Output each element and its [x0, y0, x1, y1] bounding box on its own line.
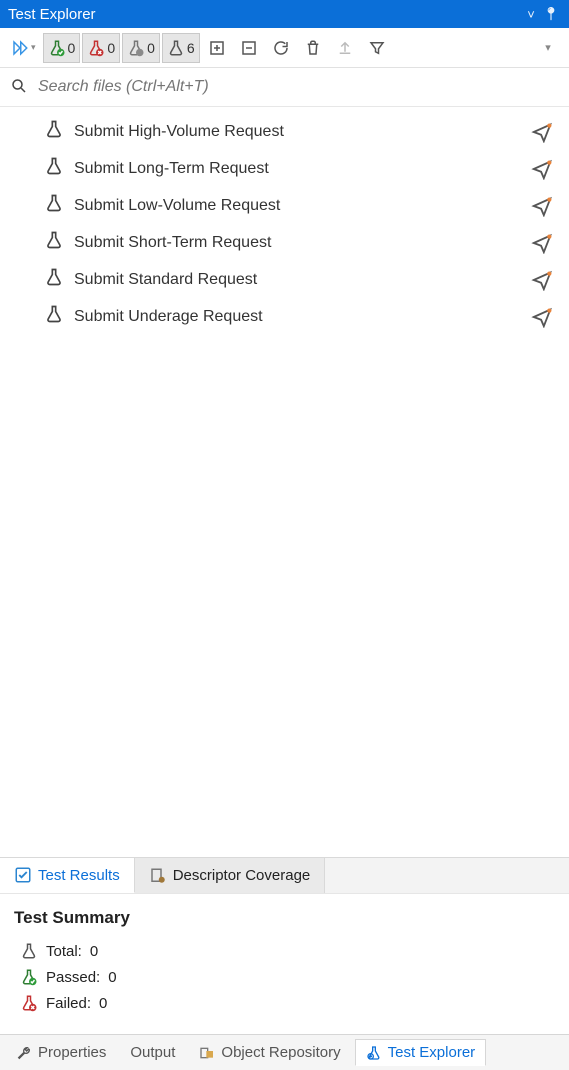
failed-count: 0 — [107, 40, 115, 56]
summary-total-value: 0 — [90, 943, 98, 960]
tab-test-results[interactable]: Test Results — [0, 858, 135, 893]
flask-icon — [44, 119, 64, 144]
delete-button[interactable] — [298, 33, 328, 63]
flask-icon — [44, 267, 64, 292]
search-icon — [10, 77, 28, 98]
notrun-count: 0 — [147, 40, 155, 56]
title-bar: Test Explorer ˅ 📍︎ — [0, 0, 569, 28]
test-name: Submit Low-Volume Request — [74, 197, 521, 215]
filter-button[interactable] — [362, 33, 392, 63]
summary-heading: Test Summary — [14, 908, 555, 928]
filter-notrun-button[interactable]: 0 — [122, 33, 160, 63]
test-item[interactable]: Submit Long-Term Request — [0, 150, 569, 187]
test-name: Submit Long-Term Request — [74, 160, 521, 178]
filter-passed-button[interactable]: 0 — [43, 33, 81, 63]
summary-total-row: Total: 0 — [14, 938, 555, 964]
expand-all-button[interactable] — [202, 33, 232, 63]
test-item[interactable]: Submit Low-Volume Request — [0, 187, 569, 224]
test-name: Submit Standard Request — [74, 271, 521, 289]
summary-total-label: Total: — [46, 943, 82, 960]
test-name: Submit High-Volume Request — [74, 123, 521, 141]
run-test-button[interactable] — [531, 121, 555, 143]
flask-icon — [44, 230, 64, 255]
panel-tab-test-explorer[interactable]: Test Explorer — [355, 1039, 487, 1066]
panel-tab-label: Properties — [38, 1044, 106, 1061]
test-item[interactable]: Submit Underage Request — [0, 298, 569, 335]
test-item[interactable]: Submit High-Volume Request — [0, 113, 569, 150]
summary-passed-value: 0 — [108, 969, 116, 986]
tab-label: Test Results — [38, 867, 120, 884]
pin-icon[interactable]: 📍︎ — [541, 6, 561, 22]
panel-title: Test Explorer — [8, 6, 96, 23]
test-summary: Test Summary Total: 0 Passed: 0 Failed: … — [0, 893, 569, 1034]
test-name: Submit Short-Term Request — [74, 234, 521, 252]
total-count: 6 — [187, 40, 195, 56]
flask-icon — [44, 304, 64, 329]
run-test-button[interactable] — [531, 158, 555, 180]
panel-tabs: Properties Output Object Repository Test… — [0, 1034, 569, 1070]
summary-failed-row: Failed: 0 — [14, 990, 555, 1016]
tab-label: Descriptor Coverage — [173, 867, 311, 884]
collapse-all-button[interactable] — [234, 33, 264, 63]
summary-failed-value: 0 — [99, 995, 107, 1012]
dropdown-icon[interactable]: ˅ — [521, 7, 541, 22]
run-all-button[interactable]: ▾ — [6, 33, 41, 63]
passed-count: 0 — [68, 40, 76, 56]
run-test-button[interactable] — [531, 269, 555, 291]
run-test-button[interactable] — [531, 195, 555, 217]
toolbar: ▾ 0 0 0 6 ▾ — [0, 28, 569, 68]
panel-tab-object-repository[interactable]: Object Repository — [189, 1040, 350, 1065]
summary-passed-label: Passed: — [46, 969, 100, 986]
tab-descriptor-coverage[interactable]: Descriptor Coverage — [135, 858, 326, 893]
test-name: Submit Underage Request — [74, 308, 521, 326]
panel-tab-properties[interactable]: Properties — [6, 1040, 116, 1065]
test-item[interactable]: Submit Standard Request — [0, 261, 569, 298]
result-tabs: Test Results Descriptor Coverage — [0, 857, 569, 893]
flask-icon — [44, 156, 64, 181]
filter-failed-button[interactable]: 0 — [82, 33, 120, 63]
export-button[interactable] — [330, 33, 360, 63]
summary-failed-label: Failed: — [46, 995, 91, 1012]
more-button[interactable]: ▾ — [533, 33, 563, 63]
flask-icon — [44, 193, 64, 218]
refresh-button[interactable] — [266, 33, 296, 63]
panel-tab-label: Output — [130, 1044, 175, 1061]
run-test-button[interactable] — [531, 232, 555, 254]
panel-tab-label: Object Repository — [221, 1044, 340, 1061]
search-input[interactable] — [36, 74, 559, 100]
panel-tab-output[interactable]: Output — [120, 1040, 185, 1065]
test-list: Submit High-Volume Request Submit Long-T… — [0, 107, 569, 857]
test-item[interactable]: Submit Short-Term Request — [0, 224, 569, 261]
filter-all-button[interactable]: 6 — [162, 33, 200, 63]
panel-tab-label: Test Explorer — [388, 1044, 476, 1061]
search-row — [0, 68, 569, 107]
run-test-button[interactable] — [531, 306, 555, 328]
summary-passed-row: Passed: 0 — [14, 964, 555, 990]
